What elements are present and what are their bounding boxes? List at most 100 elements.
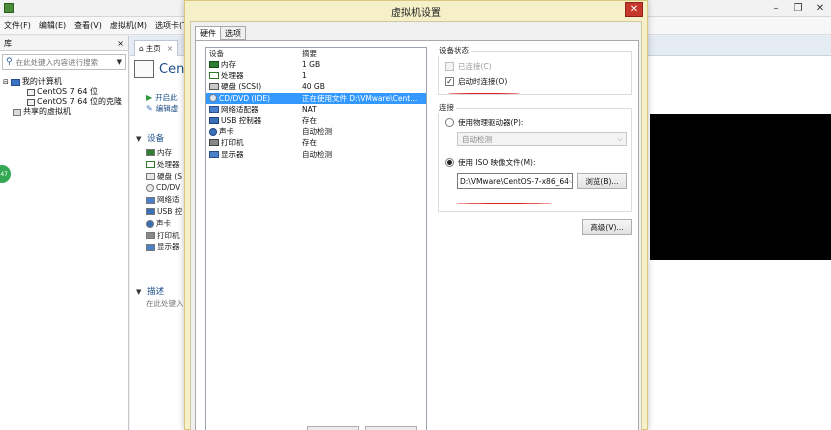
description-section-header[interactable]: ▼ 描述: [136, 285, 164, 297]
memory-icon: [146, 149, 155, 157]
device-name: 打印机: [221, 138, 244, 148]
vm-name: Cen: [159, 61, 185, 77]
tree-vm-label: CentOS 7 64 位的克隆: [37, 97, 122, 106]
devices-section-label: 设备: [147, 134, 165, 144]
table-row-selected[interactable]: CD/DVD (IDE) 正在使用文件 D:\VMware\Cent...: [206, 92, 426, 104]
menu-edit[interactable]: 编辑(E): [39, 20, 66, 31]
ok-button-edge[interactable]: [307, 426, 359, 430]
close-button[interactable]: ✕: [809, 0, 831, 17]
edit-settings-link[interactable]: ✎ 编辑虚: [146, 103, 178, 114]
column-summary[interactable]: 摘要: [302, 48, 426, 59]
library-search-input[interactable]: ⚲ 在此处键入内容进行搜索 ▼: [2, 54, 126, 70]
browse-button[interactable]: 浏览(B)...: [577, 173, 627, 189]
tree-vm-item[interactable]: CentOS 7 64 位: [3, 87, 125, 97]
dialog-close-button[interactable]: ✕: [625, 2, 643, 17]
device-summary: 自动检测: [302, 127, 332, 137]
vm-settings-dialog: 虚拟机设置 ✕ 硬件 选项 设备 摘要 内存 1 GB 处理器 1 硬盘 (SC…: [184, 0, 648, 430]
devices-section-header[interactable]: ▼ 设备: [136, 132, 164, 144]
table-row[interactable]: 声卡 自动检测: [206, 126, 426, 137]
device-summary: 正在使用文件 D:\VMware\Cent...: [302, 93, 418, 103]
device-summary-label: 内存: [157, 148, 172, 157]
table-row[interactable]: 网络适配器 NAT: [206, 104, 426, 115]
search-icon: ⚲: [6, 57, 13, 67]
connected-checkbox[interactable]: 已连接(C): [445, 61, 492, 72]
device-summary-item[interactable]: 声卡: [146, 218, 182, 230]
table-row[interactable]: USB 控制器 存在: [206, 115, 426, 126]
device-summary-item[interactable]: USB 控: [146, 206, 182, 218]
tab-hardware[interactable]: 硬件: [195, 26, 221, 41]
tab-home[interactable]: ⌂ 主页 ×: [134, 40, 179, 56]
device-summary-item[interactable]: 处理器: [146, 159, 182, 171]
app-icon: [4, 3, 14, 13]
device-summary-item[interactable]: 打印机: [146, 230, 182, 242]
tree-vm-item[interactable]: CentOS 7 64 位的克隆: [3, 97, 125, 107]
library-title: 库: [4, 38, 12, 48]
connect-on-start-checkbox[interactable]: ✓ 启动时连接(O): [445, 76, 507, 87]
chevron-down-icon[interactable]: ⌵: [568, 176, 572, 186]
usb-icon: [146, 208, 155, 216]
connected-label: 已连接(C): [458, 62, 492, 71]
tree-shared-label: 共享的虚拟机: [23, 107, 71, 116]
dialog-footer-buttons: [307, 426, 423, 430]
vm-actions: ▶ 开启此 ✎ 编辑虚: [146, 92, 178, 114]
library-close-icon[interactable]: ×: [117, 39, 124, 48]
minimize-button[interactable]: –: [765, 0, 787, 17]
table-row[interactable]: 打印机 存在: [206, 137, 426, 148]
iso-image-radio[interactable]: 使用 ISO 映像文件(M):: [445, 157, 536, 168]
table-row[interactable]: 显示器 自动检测: [206, 149, 426, 160]
dialog-tabs: 硬件 选项: [195, 26, 246, 41]
device-name: 显示器: [221, 149, 244, 159]
vm-console-preview[interactable]: [650, 114, 831, 260]
menu-view[interactable]: 查看(V): [74, 20, 102, 31]
menu-vm[interactable]: 虚拟机(M): [110, 20, 147, 31]
table-row[interactable]: 处理器 1: [206, 70, 426, 81]
table-row[interactable]: 硬盘 (SCSI) 40 GB: [206, 81, 426, 92]
cd-icon: [146, 184, 154, 193]
library-header: 库 ×: [0, 36, 128, 51]
device-summary-item[interactable]: CD/DV: [146, 182, 182, 194]
device-table-header: 设备 摘要: [206, 48, 426, 59]
physical-drive-select[interactable]: 自动检测 ⌵: [457, 132, 627, 146]
library-panel: 库 × ⚲ 在此处键入内容进行搜索 ▼ ⊟ 我的计算机 CentOS 7 64 …: [0, 36, 129, 430]
device-summary-item[interactable]: 内存: [146, 147, 182, 159]
tree-shared-vms[interactable]: 共享的虚拟机: [3, 107, 125, 117]
menu-file[interactable]: 文件(F): [4, 20, 31, 31]
device-summary-label: 打印机: [157, 230, 180, 240]
device-summary-item[interactable]: 显示器: [146, 241, 182, 253]
device-summary-label: 硬盘 (S: [157, 171, 183, 181]
device-summary-list: 内存 处理器 硬盘 (S CD/DV 网络适 USB 控 声卡 打印机 显示器: [146, 147, 182, 253]
tab-options[interactable]: 选项: [220, 26, 246, 40]
cancel-button-edge[interactable]: [365, 426, 417, 430]
restore-button[interactable]: ❐: [787, 0, 809, 17]
device-table: 设备 摘要 内存 1 GB 处理器 1 硬盘 (SCSI) 40 GB CD/D…: [205, 47, 427, 430]
hard-disk-icon: [146, 172, 155, 180]
tab-close-icon[interactable]: ×: [167, 44, 173, 53]
annotation-underline: [456, 203, 552, 204]
device-summary: 1 GB: [302, 60, 321, 70]
table-row[interactable]: 内存 1 GB: [206, 59, 426, 70]
edit-settings-label: 编辑虚: [155, 104, 179, 113]
search-placeholder: 在此处键入内容进行搜索: [15, 57, 99, 67]
computer-icon: [10, 78, 20, 86]
device-summary-label: 显示器: [157, 242, 180, 252]
power-on-link[interactable]: ▶ 开启此: [146, 92, 178, 103]
column-device[interactable]: 设备: [206, 48, 302, 59]
tree-my-computer[interactable]: ⊟ 我的计算机: [3, 77, 125, 87]
device-summary: 存在: [302, 116, 317, 126]
device-summary: 1: [302, 71, 307, 81]
radio-button: [445, 158, 454, 167]
home-icon: ⌂: [139, 44, 144, 53]
dialog-body: 硬件 选项 设备 摘要 内存 1 GB 处理器 1 硬盘 (SCSI) 40 G…: [190, 21, 642, 430]
cpu-icon: [209, 72, 219, 80]
description-hint[interactable]: 在此处键入: [146, 298, 184, 309]
vm-icon: [27, 98, 35, 106]
expand-triangle-icon: ▼: [136, 288, 142, 296]
physical-drive-radio[interactable]: 使用物理驱动器(P):: [445, 117, 523, 128]
advanced-button[interactable]: 高级(V)...: [582, 219, 632, 235]
device-summary-item[interactable]: 网络适: [146, 194, 182, 206]
collapse-icon[interactable]: ⊟: [3, 77, 9, 87]
iso-path-input[interactable]: D:\VMware\CentOS-7-x86_64 ⌵: [457, 173, 573, 189]
device-name: 网络适配器: [221, 104, 259, 114]
dropdown-arrow-icon[interactable]: ▼: [117, 58, 122, 66]
device-summary-item[interactable]: 硬盘 (S: [146, 171, 182, 183]
